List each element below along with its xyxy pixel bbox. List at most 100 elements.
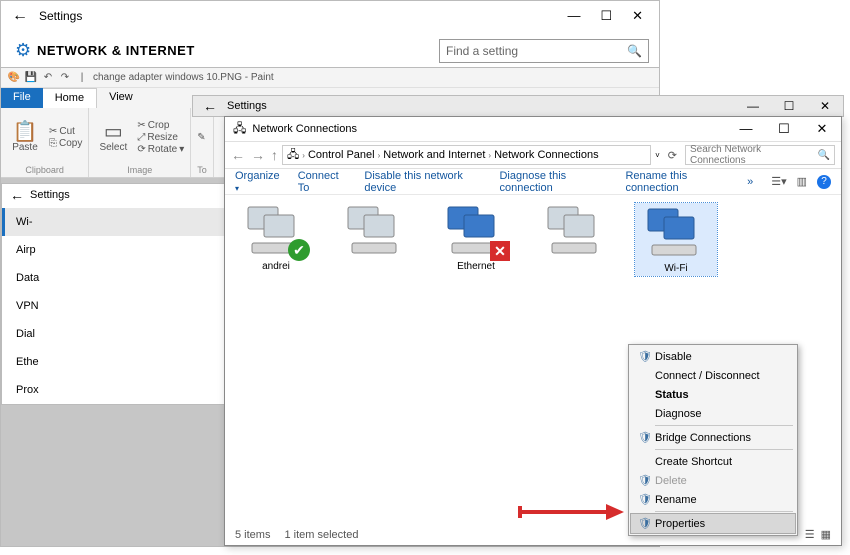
- help-icon[interactable]: ?: [817, 175, 831, 189]
- nav-back-icon[interactable]: ←: [231, 147, 245, 163]
- back-icon[interactable]: ←: [203, 98, 227, 114]
- icons-view-icon[interactable]: ▦: [821, 528, 831, 541]
- ribbon-clipboard: 📋Paste ✂ Cut ⎘ Copy Clipboard: [1, 108, 89, 177]
- minimize-button[interactable]: —: [735, 99, 771, 113]
- context-menu: 🛡Disable Connect / Disconnect Status Dia…: [628, 344, 798, 536]
- adapter-icon: ✕: [446, 203, 506, 257]
- ctx-bridge[interactable]: 🛡Bridge Connections: [631, 428, 795, 447]
- breadcrumb-segment[interactable]: Control Panel: [308, 149, 375, 161]
- nc-statusbar: 5 items 1 item selected: [235, 529, 358, 541]
- preview-pane-icon[interactable]: ▥: [797, 175, 807, 188]
- diagnose-button[interactable]: Diagnose this connection: [499, 170, 607, 194]
- status-ok-icon: ✔: [288, 239, 310, 261]
- dropdown-icon[interactable]: ˅: [655, 151, 660, 160]
- adapter-icon: [646, 205, 706, 259]
- adapter-item-ethernet[interactable]: ✕ Ethernet: [435, 203, 517, 272]
- adapter-label: Wi-Fi: [664, 263, 687, 274]
- nav-up-icon[interactable]: ↑: [271, 147, 278, 163]
- maximize-button[interactable]: ☐: [771, 99, 807, 113]
- minimize-button[interactable]: —: [567, 8, 580, 24]
- adapter-icon: ✔: [246, 203, 306, 257]
- adapter-item-andrei[interactable]: ✔ andrei: [235, 203, 317, 272]
- tab-view[interactable]: View: [97, 88, 145, 108]
- adapter-item-2[interactable]: [335, 203, 417, 261]
- redo-icon[interactable]: ↷: [58, 72, 72, 83]
- shield-icon: 🛡: [635, 431, 655, 444]
- nc-search[interactable]: Search Network Connections 🔍: [685, 145, 835, 165]
- shield-icon: 🛡: [635, 474, 655, 487]
- breadcrumb[interactable]: 🖧› Control Panel› Network and Internet› …: [282, 145, 651, 165]
- adapter-item-wifi[interactable]: Wi-Fi: [635, 203, 717, 276]
- nav-buttons[interactable]: ← → ↑: [231, 147, 278, 163]
- adapter-icon: [346, 203, 406, 257]
- organize-button[interactable]: Organize: [235, 170, 280, 194]
- settings-search[interactable]: Find a setting 🔍: [439, 39, 649, 63]
- settings-heading: NETWORK & INTERNET: [37, 43, 195, 58]
- ctx-disable[interactable]: 🛡Disable: [631, 347, 795, 366]
- tab-file[interactable]: File: [1, 88, 43, 108]
- shield-icon: 🛡: [635, 350, 655, 363]
- maximize-button[interactable]: ☐: [600, 8, 612, 24]
- pencil-icon[interactable]: ✎: [197, 132, 205, 143]
- group-label: Image: [95, 165, 184, 175]
- close-button[interactable]: ✕: [807, 99, 843, 113]
- disable-device-button[interactable]: Disable this network device: [364, 170, 481, 194]
- quick-access-toolbar[interactable]: 🎨 💾 ↶ ↷ |: [7, 72, 89, 83]
- ctx-shortcut[interactable]: Create Shortcut: [631, 452, 795, 471]
- ctx-status[interactable]: Status: [631, 385, 795, 404]
- undo-icon[interactable]: ↶: [41, 72, 55, 83]
- view-icon[interactable]: ☰▾: [771, 175, 786, 188]
- adapter-item-4[interactable]: [535, 203, 617, 261]
- close-button[interactable]: ✕: [803, 117, 841, 141]
- ctx-properties[interactable]: 🛡Properties: [631, 514, 795, 533]
- rename-button[interactable]: Rename this connection: [625, 170, 729, 194]
- maximize-button[interactable]: ☐: [765, 117, 803, 141]
- settings-header: ⚙ NETWORK & INTERNET Find a setting 🔍: [1, 31, 659, 71]
- ctx-rename[interactable]: 🛡Rename: [631, 490, 795, 509]
- ctx-connect[interactable]: Connect / Disconnect: [631, 366, 795, 385]
- minimize-button[interactable]: —: [727, 117, 765, 141]
- paste-button[interactable]: 📋Paste: [7, 122, 43, 153]
- breadcrumb-segment[interactable]: Network Connections: [494, 149, 599, 161]
- resize-button[interactable]: ⤢ Resize: [137, 132, 184, 143]
- close-button[interactable]: ✕: [632, 8, 643, 24]
- ctx-diagnose[interactable]: Diagnose: [631, 404, 795, 423]
- status-error-icon: ✕: [490, 241, 510, 261]
- network-icon: 🖧: [233, 119, 246, 140]
- settings2-title: Settings: [227, 100, 735, 112]
- paint-app-icon: 🎨: [7, 72, 21, 83]
- connect-to-button[interactable]: Connect To: [298, 170, 347, 194]
- save-icon[interactable]: 💾: [24, 72, 38, 83]
- group-label: Clipboard: [7, 165, 82, 175]
- back-icon[interactable]: ←: [7, 7, 33, 25]
- nc-view-buttons[interactable]: ☰ ▦: [805, 528, 831, 541]
- paint-titlebar: 🎨 💾 ↶ ↷ | change adapter windows 10.PNG …: [1, 68, 659, 88]
- tab-home[interactable]: Home: [43, 88, 97, 108]
- rotate-button[interactable]: ⟳ Rotate ▾: [137, 144, 184, 155]
- search-placeholder: Search Network Connections: [690, 144, 818, 166]
- item-count: 5 items: [235, 529, 270, 541]
- refresh-icon[interactable]: ⟳: [664, 149, 681, 162]
- nc-toolbar: Organize Connect To Disable this network…: [225, 169, 841, 195]
- search-placeholder: Find a setting: [446, 44, 627, 58]
- cut-button[interactable]: ✂ Cut: [49, 126, 82, 137]
- toolbar-overflow[interactable]: »: [747, 176, 753, 188]
- selection-count: 1 item selected: [284, 529, 358, 541]
- adapter-label: andrei: [262, 261, 290, 272]
- details-view-icon[interactable]: ☰: [805, 528, 815, 541]
- select-button[interactable]: ▭Select: [95, 122, 131, 153]
- nav-forward-icon[interactable]: →: [251, 147, 265, 163]
- settings2-titlebar: ← Settings — ☐ ✕: [192, 95, 844, 117]
- nc-address-bar: ← → ↑ 🖧› Control Panel› Network and Intern…: [225, 141, 841, 169]
- shield-icon: 🛡: [635, 517, 655, 530]
- paint-filename: change adapter windows 10.PNG - Paint: [93, 72, 274, 83]
- ctx-delete[interactable]: 🛡Delete: [631, 471, 795, 490]
- crop-button[interactable]: ✂ Crop: [137, 120, 184, 131]
- copy-button[interactable]: ⎘ Copy: [49, 138, 82, 149]
- breadcrumb-segment[interactable]: Network and Internet: [383, 149, 485, 161]
- search-icon: 🔍: [627, 44, 642, 58]
- network-icon: 🖧: [287, 146, 299, 165]
- gear-icon: ⚙: [15, 40, 37, 61]
- adapter-icon: [546, 203, 606, 257]
- nc-title-text: Network Connections: [252, 123, 727, 135]
